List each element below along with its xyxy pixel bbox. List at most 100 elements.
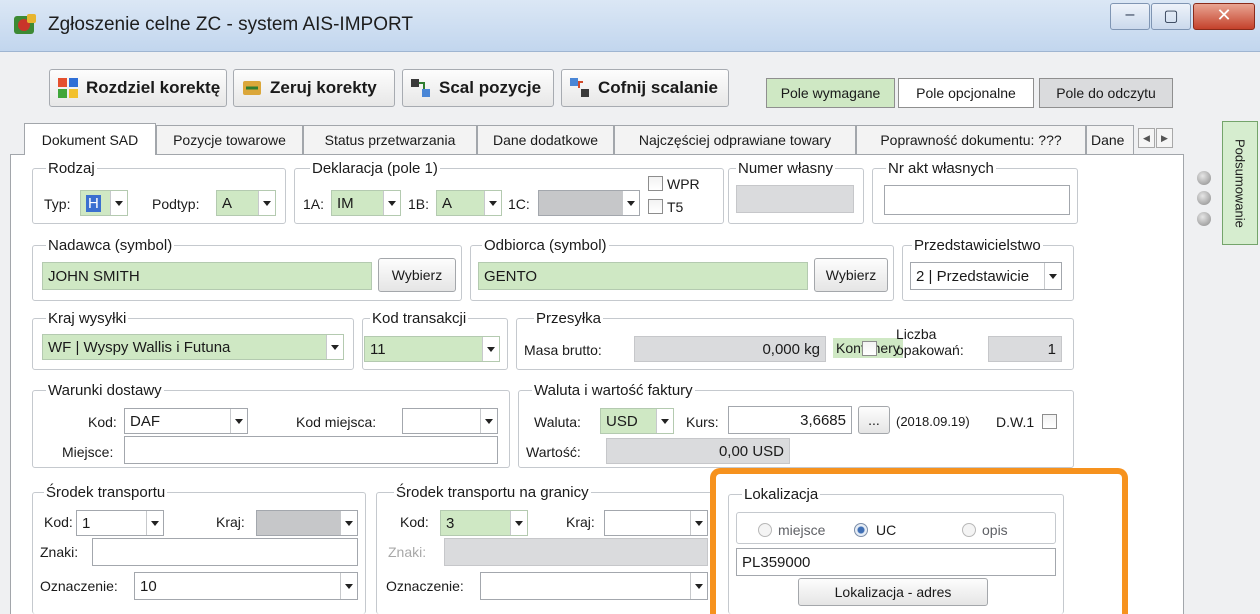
tab-najczesciej-odprawiane[interactable]: Najczęściej odprawiane towary: [614, 125, 856, 154]
kod-transakcji-value: 11: [370, 340, 386, 358]
dw1-checkbox[interactable]: [1042, 414, 1057, 429]
undo-merge-button[interactable]: Cofnij scalanie: [561, 69, 729, 107]
group-warunki-title: Warunki dostawy: [46, 382, 164, 400]
chevron-down-icon: [1044, 263, 1061, 289]
masa-brutto-label: Masa brutto:: [524, 342, 602, 358]
chevron-down-icon: [326, 335, 343, 359]
typ-value: H: [86, 194, 101, 212]
close-icon: ✕: [1216, 5, 1232, 25]
srodek-kraj-value: [257, 511, 340, 535]
chevron-down-icon: [622, 191, 639, 215]
kod-miejsca-label: Kod miejsca:: [296, 414, 377, 430]
granica-znaki-field: [444, 538, 708, 566]
waluta-label: Waluta:: [534, 414, 581, 430]
chevron-down-icon: [656, 409, 673, 433]
maximize-button[interactable]: ▢: [1151, 3, 1191, 30]
reset-corrections-button[interactable]: Zeruj korekty: [233, 69, 395, 107]
group-deklaracja-title: Deklaracja (pole 1): [310, 160, 440, 178]
side-tab-podsumowanie[interactable]: Podsumowanie: [1222, 121, 1258, 245]
t5-checkbox[interactable]: [648, 199, 663, 214]
chevron-down-icon: [690, 573, 707, 599]
waluta-select[interactable]: USD: [600, 408, 674, 434]
deklaracja-1c-select[interactable]: [538, 190, 640, 216]
tab-poprawnosc-dokumentu[interactable]: Poprawność dokumentu: ???: [856, 125, 1086, 154]
tab-dane-dodatkowe[interactable]: Dane dodatkowe: [477, 125, 614, 154]
granica-kraj-label: Kraj:: [566, 514, 595, 530]
srodek-kod-select[interactable]: 1: [76, 510, 164, 536]
split-correction-label: Rozdziel korektę: [86, 78, 221, 97]
warunki-kod-value: DAF: [130, 412, 160, 430]
granica-oznaczenie-label: Oznaczenie:: [386, 578, 464, 594]
group-waluta-title: Waluta i wartość faktury: [532, 382, 695, 400]
chevron-down-icon: [484, 191, 501, 215]
srodek-oznaczenie-value: 10: [140, 577, 157, 595]
kontenery-checkbox[interactable]: [862, 341, 877, 356]
status-dot-icon: [1197, 191, 1211, 205]
tab-status-przetwarzania[interactable]: Status przetwarzania: [303, 125, 477, 154]
kod-transakcji-select[interactable]: 11: [364, 336, 500, 362]
granica-kod-select[interactable]: 3: [440, 510, 528, 536]
chevron-down-icon: [383, 191, 400, 215]
side-tab-label: Podsumowanie: [1232, 138, 1248, 228]
merge-items-button[interactable]: Scal pozycje: [402, 69, 554, 107]
deklaracja-1b-label: 1B:: [408, 196, 430, 212]
app-icon: [14, 14, 36, 34]
group-srodek-granicy-title: Środek transportu na granicy: [394, 484, 591, 502]
nadawca-wybierz-button[interactable]: Wybierz: [378, 258, 456, 292]
nadawca-field[interactable]: JOHN SMITH: [42, 262, 372, 290]
odbiorca-field[interactable]: GENTO: [478, 262, 808, 290]
deklaracja-1a-label: 1A:: [303, 196, 325, 212]
chevron-down-icon: [258, 191, 275, 215]
deklaracja-1b-select[interactable]: A: [436, 190, 502, 216]
tab-scroll-right-icon[interactable]: ▶: [1156, 128, 1173, 148]
close-button[interactable]: ✕: [1193, 3, 1255, 30]
kurs-ellipsis-button[interactable]: ...: [858, 406, 890, 434]
kurs-input[interactable]: 3,6685: [728, 406, 852, 434]
legend-readonly: Pole do odczytu: [1039, 78, 1173, 108]
wartosc-field: 0,00 USD: [606, 438, 790, 464]
tab-pozycje-towarowe[interactable]: Pozycje towarowe: [156, 125, 303, 154]
srodek-oznaczenie-select[interactable]: 10: [134, 572, 358, 600]
srodek-kraj-select[interactable]: [256, 510, 358, 536]
typ-select[interactable]: H: [80, 190, 128, 216]
chevron-down-icon: [340, 573, 357, 599]
maximize-icon: ▢: [1163, 8, 1179, 25]
group-rodzaj-title: Rodzaj: [46, 160, 97, 178]
liczba-opakowan-label-2: opakowań:: [896, 342, 964, 358]
srodek-kod-value: 1: [82, 514, 91, 532]
srodek-oznaczenie-label: Oznaczenie:: [40, 578, 118, 594]
przedstawicielstwo-select[interactable]: 2 | Przedstawicie: [910, 262, 1062, 290]
merge-items-icon: [411, 79, 430, 97]
window-title: Zgłoszenie celne ZC - system AIS-IMPORT: [48, 14, 413, 35]
kod-miejsca-select[interactable]: [402, 408, 498, 434]
odbiorca-wybierz-button[interactable]: Wybierz: [814, 258, 888, 292]
deklaracja-1a-select[interactable]: IM: [331, 190, 401, 216]
granica-znaki-label: Znaki:: [388, 544, 427, 560]
group-numer-wlasny-title: Numer własny: [736, 160, 836, 178]
liczba-opakowan-field: 1: [988, 336, 1062, 362]
minimize-button[interactable]: –: [1110, 3, 1150, 30]
wpr-checkbox[interactable]: [648, 176, 663, 191]
minimize-icon: –: [1125, 6, 1135, 23]
podtyp-select[interactable]: A: [216, 190, 276, 216]
group-kraj-wysylki-title: Kraj wysyłki: [46, 310, 129, 328]
tab-dokument-sad[interactable]: Dokument SAD: [24, 123, 156, 155]
chevron-down-icon: [146, 511, 163, 535]
miejsce-input[interactable]: [124, 436, 498, 464]
srodek-znaki-input[interactable]: [92, 538, 358, 566]
split-correction-button[interactable]: Rozdziel korektę: [49, 69, 227, 107]
granica-kraj-select[interactable]: [604, 510, 708, 536]
tab-dane-truncated[interactable]: Dane: [1086, 125, 1134, 154]
warunki-kod-select[interactable]: DAF: [124, 408, 248, 434]
chevron-down-icon: [110, 191, 127, 215]
undo-merge-label: Cofnij scalanie: [598, 78, 718, 97]
tab-scroll-left-icon[interactable]: ◀: [1138, 128, 1155, 148]
chevron-down-icon: [690, 511, 707, 535]
chevron-down-icon: [230, 409, 247, 433]
chevron-down-icon: [340, 511, 357, 535]
nr-akt-input[interactable]: [884, 185, 1070, 215]
dw1-label: D.W.1: [996, 414, 1035, 430]
kraj-wysylki-select[interactable]: WF | Wyspy Wallis i Futuna: [42, 334, 344, 360]
miejsce-label: Miejsce:: [62, 444, 114, 460]
granica-oznaczenie-select[interactable]: [480, 572, 708, 600]
